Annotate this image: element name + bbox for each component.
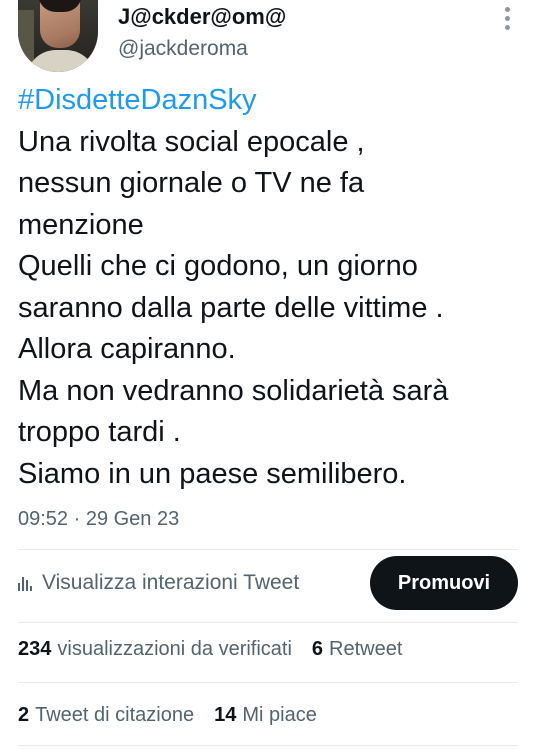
- tweet-line: saranno dalla parte delle vittime .: [18, 291, 444, 324]
- divider: [18, 745, 518, 746]
- tweet-line: Allora capiranno.: [18, 333, 236, 365]
- tweet-line: Ma non vedranno solidarietà sarà: [18, 374, 449, 407]
- divider: [18, 682, 518, 683]
- tweet-line: Siamo in un paese semilibero.: [18, 457, 407, 490]
- quotes-stat[interactable]: 2 Tweet di citazione: [18, 704, 194, 727]
- tweet-line: nessun giornale o TV ne fa: [18, 167, 365, 199]
- retweets-stat[interactable]: 6 Retweet: [312, 638, 403, 661]
- tweet-timestamp[interactable]: 09:52 · 29 Gen 23: [18, 508, 179, 531]
- more-vertical-icon[interactable]: [498, 6, 518, 30]
- quotes-count: 2: [18, 703, 30, 726]
- stats-row: 2 Tweet di citazione 14 Mi piace: [18, 700, 337, 730]
- author-display-name[interactable]: J@ckder@om@: [118, 4, 286, 30]
- tweet-detail: J@ckder@om@ @jackderoma #DisdetteDaznSky…: [0, 0, 536, 750]
- tweet-line: menzione: [18, 208, 144, 241]
- tweet-line: Una rivolta social epocale ,: [18, 125, 365, 158]
- author-handle[interactable]: @jackderoma: [118, 37, 248, 61]
- hashtag-link[interactable]: #DisdetteDaznSky: [18, 80, 523, 122]
- view-analytics-link[interactable]: Visualizza interazioni Tweet: [18, 568, 299, 598]
- tweet-text: #DisdetteDaznSky Una rivolta social epoc…: [18, 80, 523, 495]
- likes-label: Mi piace: [242, 703, 317, 726]
- divider: [18, 549, 518, 550]
- quotes-label: Tweet di citazione: [35, 703, 195, 726]
- views-stat[interactable]: 234 visualizzazioni da verificati: [18, 638, 292, 661]
- avatar[interactable]: [18, 0, 98, 72]
- view-analytics-label: Visualizza interazioni Tweet: [42, 571, 300, 594]
- avatar-shirt: [26, 50, 96, 72]
- tweet-line: troppo tardi .: [18, 416, 181, 448]
- promote-button[interactable]: Promuovi: [370, 556, 518, 610]
- retweets-label: Retweet: [329, 637, 403, 660]
- likes-stat[interactable]: 14 Mi piace: [214, 704, 317, 727]
- bar-chart-icon: [18, 575, 34, 591]
- views-label: visualizzazioni da verificati: [57, 637, 292, 660]
- likes-count: 14: [214, 703, 237, 726]
- views-count: 234: [18, 637, 52, 660]
- tweet-line: Quelli che ci godono, un giorno: [18, 250, 418, 282]
- divider: [18, 622, 518, 623]
- stats-row: 234 visualizzazioni da verificati 6 Retw…: [18, 634, 422, 664]
- retweets-count: 6: [311, 637, 324, 660]
